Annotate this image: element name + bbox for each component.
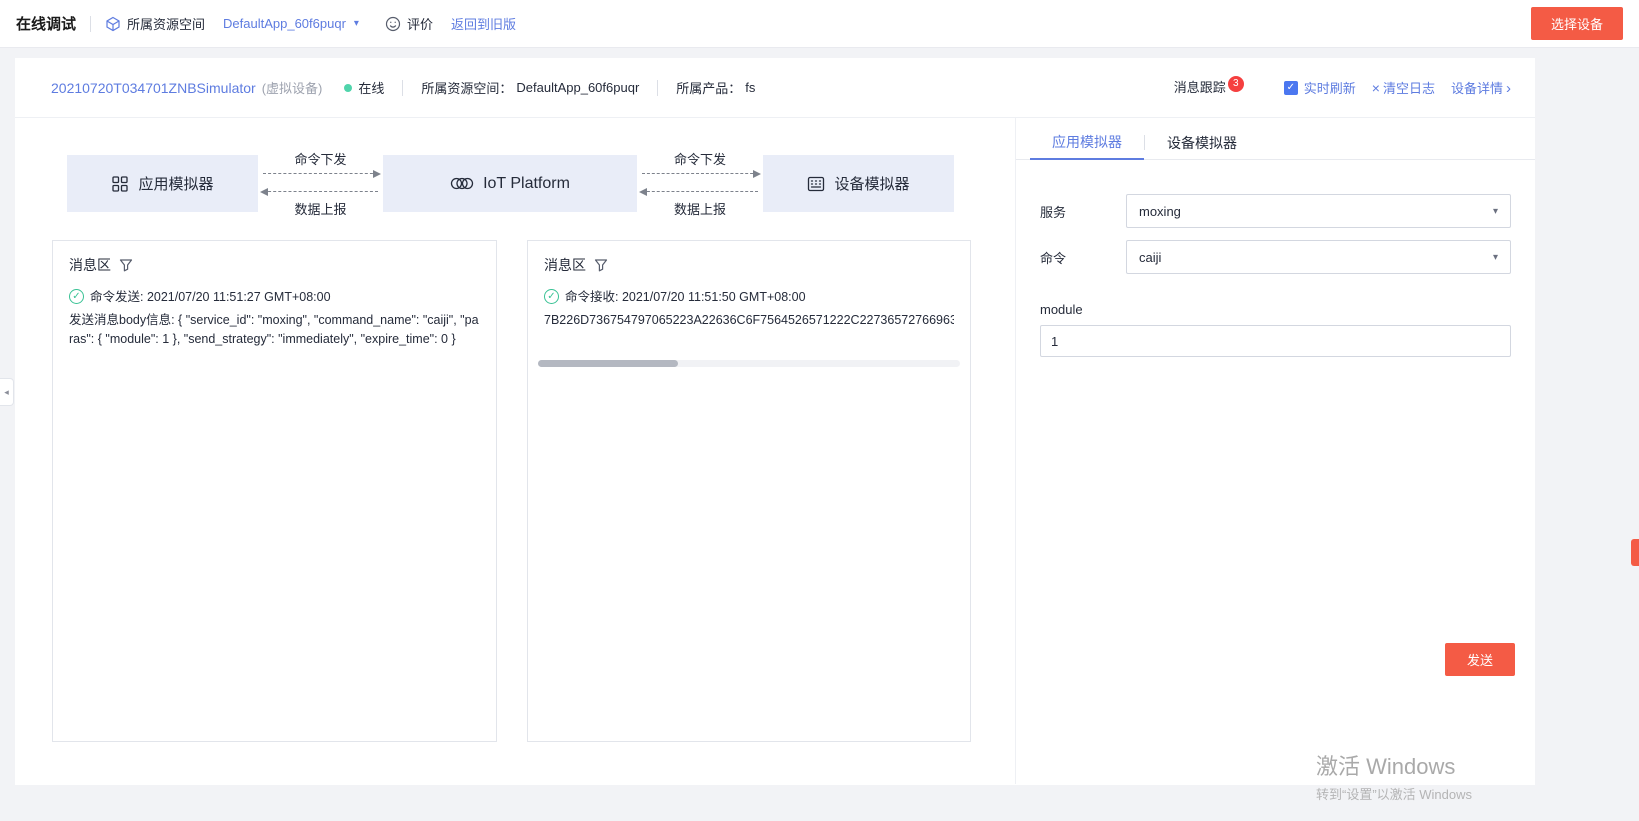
send-button[interactable]: 发送: [1445, 643, 1515, 676]
service-select[interactable]: moxing ▾: [1126, 194, 1511, 228]
device-name-link[interactable]: 20210720T034701ZNBSimulator: [51, 80, 256, 96]
device-detail-link[interactable]: 设备详情›: [1451, 78, 1511, 97]
horizontal-scrollbar: [538, 360, 960, 367]
chevron-down-icon: ▾: [354, 18, 359, 29]
app-simulator-icon: [111, 175, 129, 193]
smiley-icon: [385, 16, 401, 32]
device-header-actions: 消息跟踪3 ✓ 实时刷新 ×清空日志 设备详情›: [1174, 77, 1511, 98]
check-circle-icon: ✓: [544, 289, 559, 304]
message-line: ✓ 命令发送: 2021/07/20 11:51:27 GMT+08:00: [69, 288, 480, 307]
watermark-line2: 转到“设置”以激活 Windows: [1316, 784, 1472, 803]
command-form: 服务 moxing ▾ 命令 caiji ▾ module: [1040, 194, 1511, 357]
device-simulator-label: 设备模拟器: [834, 173, 909, 194]
divider: [402, 80, 403, 96]
app-selector-value: DefaultApp_60f6puqr: [223, 16, 346, 31]
filter-icon[interactable]: [594, 258, 608, 272]
tab-app-simulator[interactable]: 应用模拟器: [1030, 126, 1144, 160]
clear-log-link[interactable]: ×清空日志: [1372, 78, 1435, 97]
command-row: 命令 caiji ▾: [1040, 240, 1511, 274]
resource-space-label: 所属资源空间: [127, 14, 205, 33]
simulator-control-panel: 应用模拟器 设备模拟器 服务 moxing ▾ 命令 caiji ▾: [1015, 118, 1535, 784]
message-trace-badge: 3: [1228, 76, 1244, 92]
cube-icon: [105, 16, 121, 32]
message-area-title: 消息区: [69, 255, 111, 275]
divider: [90, 16, 91, 32]
command-body-text: 发送消息body信息: { "service_id": "moxing", "c…: [69, 311, 480, 350]
realtime-refresh-group: ✓ 实时刷新: [1284, 78, 1356, 97]
feedback-label: 评价: [407, 14, 433, 33]
command-received-text: 命令接收: 2021/07/20 11:51:50 GMT+08:00: [565, 288, 806, 307]
chevron-down-icon: ▾: [1493, 206, 1498, 217]
device-simulator-box: 设备模拟器: [763, 155, 954, 212]
command-sent-text: 命令发送: 2021/07/20 11:51:27 GMT+08:00: [90, 288, 331, 307]
message-area-header: 消息区: [69, 255, 480, 275]
app-selector[interactable]: DefaultApp_60f6puqr ▾: [223, 16, 359, 31]
filter-icon[interactable]: [119, 258, 133, 272]
data-up-arrow: [642, 191, 758, 192]
divider: [657, 80, 658, 96]
sidebar-collapse-handle[interactable]: ◂: [0, 378, 14, 406]
app-message-panel: 消息区 ✓ 命令发送: 2021/07/20 11:51:27 GMT+08:0…: [52, 240, 497, 742]
clear-log-label: 清空日志: [1383, 81, 1435, 96]
feedback-link[interactable]: 评价: [385, 14, 433, 33]
iot-platform-box: IoT Platform: [383, 155, 637, 212]
main-card: 20210720T034701ZNBSimulator (虚拟设备) 在线 所属…: [15, 58, 1535, 785]
device-header: 20210720T034701ZNBSimulator (虚拟设备) 在线 所属…: [15, 58, 1535, 118]
command-down-arrow: [642, 173, 758, 174]
message-trace-link[interactable]: 消息跟踪3: [1174, 77, 1244, 98]
arrow-zone-app-platform: 命令下发 数据上报: [258, 149, 383, 215]
product-value: fs: [745, 80, 755, 95]
command-select[interactable]: caiji ▾: [1126, 240, 1511, 274]
content: 应用模拟器 命令下发 数据上报 IoT Platform 命令下发 数据上报: [15, 118, 1535, 784]
realtime-refresh-checkbox[interactable]: ✓: [1284, 81, 1298, 95]
data-up-label: 数据上报: [637, 199, 763, 218]
simulator-tabs: 应用模拟器 设备模拟器: [1016, 126, 1535, 160]
back-to-old-link[interactable]: 返回到旧版: [451, 14, 516, 33]
module-input[interactable]: [1040, 325, 1511, 357]
resource-space-value: DefaultApp_60f6puqr: [516, 80, 639, 95]
device-simulator-icon: [807, 176, 825, 192]
data-up-arrow: [263, 191, 378, 192]
message-area-title: 消息区: [544, 255, 586, 275]
device-detail-label: 设备详情: [1451, 81, 1503, 96]
app-simulator-label: 应用模拟器: [138, 173, 213, 194]
iot-platform-icon: [450, 175, 474, 192]
service-row: 服务 moxing ▾: [1040, 194, 1511, 228]
close-icon: ×: [1372, 80, 1380, 96]
message-line: ✓ 命令接收: 2021/07/20 11:51:50 GMT+08:00: [544, 288, 954, 307]
chevron-right-icon: ›: [1506, 80, 1511, 97]
scrollbar-thumb[interactable]: [538, 360, 678, 367]
feedback-edge-tab[interactable]: [1631, 539, 1639, 566]
device-name-suffix: (虚拟设备): [262, 78, 323, 97]
tab-device-simulator[interactable]: 设备模拟器: [1145, 126, 1259, 160]
simulator-diagram-area: 应用模拟器 命令下发 数据上报 IoT Platform 命令下发 数据上报: [15, 118, 1015, 784]
command-select-value: caiji: [1139, 250, 1161, 265]
online-status-dot: [344, 84, 352, 92]
command-hex-text: 7B226D736754797065223A22636C6F7564526571…: [544, 311, 954, 330]
command-down-label: 命令下发: [637, 149, 763, 168]
service-label: 服务: [1040, 202, 1126, 221]
select-device-button[interactable]: 选择设备: [1531, 7, 1623, 40]
message-area-header: 消息区: [544, 255, 954, 275]
online-status-label: 在线: [358, 78, 384, 97]
chevron-down-icon: ▾: [1493, 252, 1498, 263]
command-down-arrow: [263, 173, 378, 174]
data-up-label: 数据上报: [258, 199, 383, 218]
app-simulator-box: 应用模拟器: [67, 155, 258, 212]
check-circle-icon: ✓: [69, 289, 84, 304]
command-down-label: 命令下发: [258, 149, 383, 168]
message-trace-label: 消息跟踪: [1174, 80, 1226, 95]
device-message-panel: 消息区 ✓ 命令接收: 2021/07/20 11:51:50 GMT+08:0…: [527, 240, 971, 742]
arrow-zone-platform-device: 命令下发 数据上报: [637, 149, 763, 215]
resource-space-group: 所属资源空间: [105, 14, 205, 33]
realtime-refresh-label[interactable]: 实时刷新: [1304, 78, 1356, 97]
topbar: 在线调试 所属资源空间 DefaultApp_60f6puqr ▾ 评价 返回到…: [0, 0, 1639, 48]
product-label: 所属产品：: [676, 78, 741, 97]
iot-platform-label: IoT Platform: [483, 175, 570, 193]
module-label: module: [1040, 302, 1511, 317]
page-title: 在线调试: [16, 13, 76, 34]
service-select-value: moxing: [1139, 204, 1181, 219]
resource-space-label: 所属资源空间：: [421, 78, 512, 97]
command-label: 命令: [1040, 248, 1126, 267]
